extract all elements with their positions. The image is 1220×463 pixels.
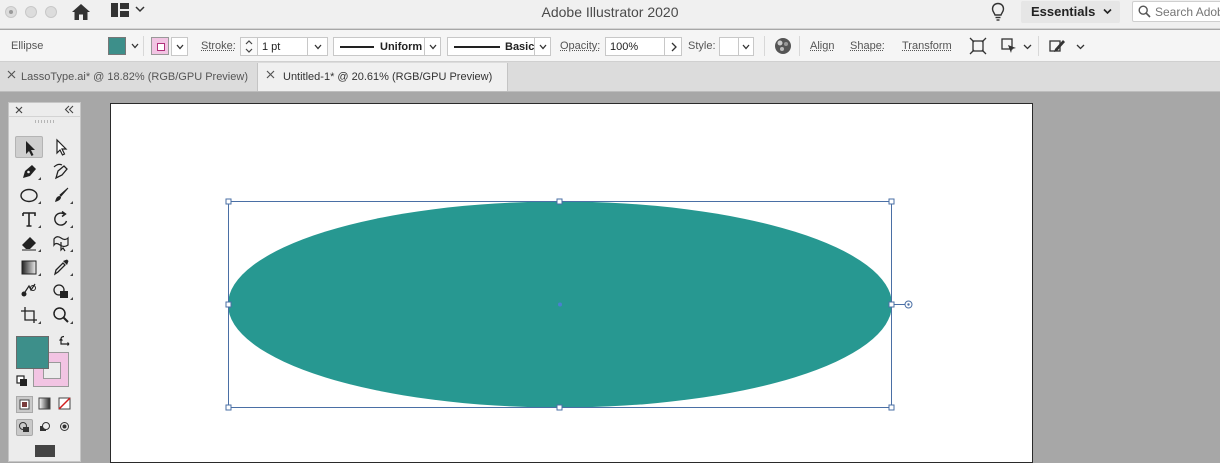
artboard-icon: [20, 306, 38, 324]
rotate-tool[interactable]: [47, 208, 75, 230]
gradient-square-icon: [37, 396, 52, 411]
color-square-icon: [17, 397, 32, 412]
draw-behind-button[interactable]: [37, 419, 54, 436]
default-fill-stroke-icon[interactable]: [16, 375, 28, 387]
eyedropper-icon: [52, 258, 70, 276]
curvature-tool[interactable]: [47, 160, 75, 182]
eyedropper-tool[interactable]: [47, 256, 75, 278]
zoom-tool[interactable]: [47, 304, 75, 326]
blend-icon: [20, 282, 38, 300]
pen-icon: [20, 162, 38, 180]
curvature-icon: [52, 162, 70, 180]
direct-selection-arrow-icon: [52, 138, 70, 156]
none-mode-button[interactable]: [57, 396, 74, 413]
rotate-icon: [52, 210, 70, 228]
draw-behind-icon: [37, 419, 52, 434]
draw-normal-icon: [17, 420, 32, 435]
close-icon[interactable]: [15, 106, 23, 114]
tools-panel-header: [9, 103, 80, 117]
screen-mode-icon[interactable]: [35, 445, 55, 457]
eraser-tool[interactable]: [15, 232, 43, 254]
none-icon: [57, 396, 72, 411]
pen-tool[interactable]: [15, 160, 43, 182]
tools-panel: [8, 102, 81, 462]
panel-grip[interactable]: [35, 120, 55, 123]
paintbrush-tool[interactable]: [47, 184, 75, 206]
selection-tool[interactable]: [15, 136, 43, 158]
gradient-mode-button[interactable]: [37, 396, 54, 413]
direct-selection-tool[interactable]: [47, 136, 75, 158]
shape-builder-icon: [52, 282, 70, 300]
color-mode-button[interactable]: [16, 396, 33, 413]
gradient-tool[interactable]: [15, 256, 43, 278]
draw-normal-button[interactable]: [16, 419, 33, 436]
collapse-icon[interactable]: [64, 105, 74, 114]
puppet-warp-icon: [52, 234, 70, 252]
artwork-layer: [0, 0, 1220, 454]
puppet-warp-tool[interactable]: [47, 232, 75, 254]
draw-inside-icon: [57, 419, 72, 434]
pie-widget-center: [907, 303, 909, 305]
gradient-icon: [20, 258, 38, 276]
eraser-icon: [20, 234, 38, 252]
type-tool[interactable]: [15, 208, 43, 230]
blend-tool[interactable]: [15, 280, 43, 302]
fill-color-box[interactable]: [16, 336, 49, 369]
artboard-tool[interactable]: [15, 304, 43, 326]
ellipse-tool[interactable]: [15, 184, 43, 206]
ellipse-icon: [20, 186, 38, 204]
shape-builder-tool[interactable]: [47, 280, 75, 302]
selection-arrow-icon: [21, 139, 39, 157]
draw-inside-button[interactable]: [57, 419, 74, 436]
zoom-icon: [52, 306, 70, 324]
center-point: [558, 303, 562, 307]
paintbrush-icon: [52, 186, 70, 204]
swap-fill-stroke-icon[interactable]: [59, 335, 71, 347]
type-icon: [20, 210, 38, 228]
